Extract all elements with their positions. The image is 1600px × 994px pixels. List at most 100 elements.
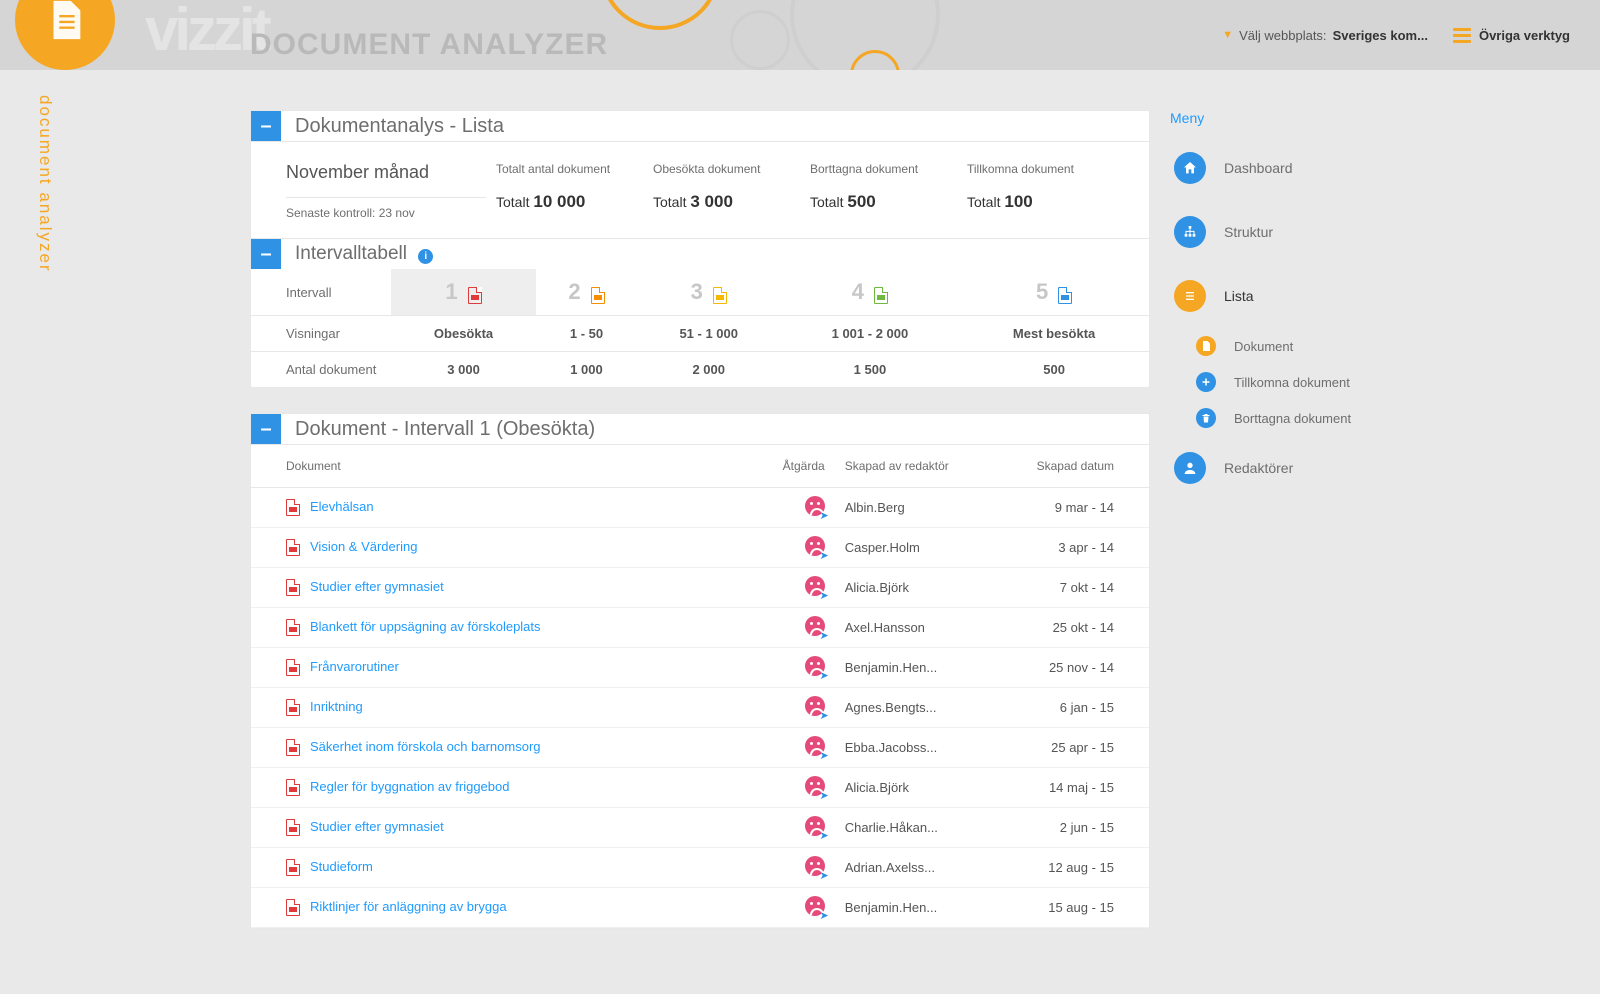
action-button[interactable]: ➤ (805, 896, 825, 919)
menu-item-label: Dashboard (1224, 160, 1293, 176)
table-row: Säkerhet inom förskola och barnomsorg➤Eb… (251, 728, 1149, 768)
menu-item-struktur[interactable]: Struktur (1170, 200, 1420, 264)
cursor-icon: ➤ (819, 629, 828, 642)
itbl-cell[interactable]: Mest besökta (959, 316, 1149, 352)
document-link[interactable]: Vision & Värdering (310, 539, 417, 554)
action-button[interactable]: ➤ (805, 696, 825, 719)
document-link[interactable]: Regler för byggnation av friggebod (310, 779, 509, 794)
menu-item-label: Dokument (1234, 339, 1293, 354)
document-link[interactable]: Elevhälsan (310, 499, 374, 514)
date-cell: 7 okt - 14 (1014, 568, 1149, 608)
other-tools-button[interactable]: Övriga verktyg (1453, 28, 1570, 43)
menu-item-tillkomna-dokument[interactable]: Tillkomna dokument (1170, 364, 1420, 400)
itbl-cell[interactable]: 1 000 (536, 352, 637, 388)
action-button[interactable]: ➤ (805, 576, 825, 599)
metric-label: Borttagna dokument (810, 162, 957, 176)
file-icon (286, 619, 300, 636)
metric-value: 3 000 (690, 192, 733, 211)
site-picker[interactable]: ▼ Välj webbplats: Sveriges kom... (1222, 28, 1428, 43)
period-title: November månad (286, 162, 486, 183)
col-date[interactable]: Skapad datum (1014, 445, 1149, 488)
file-icon (286, 659, 300, 676)
menu-item-redaktörer[interactable]: Redaktörer (1170, 436, 1420, 500)
document-link[interactable]: Studier efter gymnasiet (310, 579, 444, 594)
action-button[interactable]: ➤ (805, 656, 825, 679)
action-button[interactable]: ➤ (805, 816, 825, 839)
interval-col-4[interactable]: 4 (781, 269, 960, 316)
menu-item-label: Struktur (1224, 224, 1273, 240)
metric-added: Tillkomna dokument Totalt 100 (967, 162, 1114, 220)
panel-doclist: – Dokument - Intervall 1 (Obesökta) Doku… (250, 413, 1150, 929)
metric-value: 100 (1004, 192, 1032, 211)
action-button[interactable]: ➤ (805, 856, 825, 879)
editor-cell: Alicia.Björk (835, 768, 1015, 808)
file-icon (286, 699, 300, 716)
itbl-cell[interactable]: 3 000 (391, 352, 536, 388)
editor-cell: Benjamin.Hen... (835, 648, 1015, 688)
itbl-cell[interactable]: 2 000 (637, 352, 781, 388)
file-icon (286, 499, 300, 516)
panel-title: Dokument - Intervall 1 (Obesökta) (281, 418, 609, 441)
action-button[interactable]: ➤ (805, 776, 825, 799)
document-link[interactable]: Riktlinjer för anläggning av brygga (310, 899, 507, 914)
menu-item-label: Borttagna dokument (1234, 411, 1351, 426)
file-icon (1058, 287, 1072, 304)
interval-col-3[interactable]: 3 (637, 269, 781, 316)
itbl-cell[interactable]: 1 500 (781, 352, 960, 388)
file-icon (591, 287, 605, 304)
itbl-rowlabel: Visningar (251, 316, 391, 352)
itbl-cell[interactable]: 1 001 - 2 000 (781, 316, 960, 352)
menu-item-lista[interactable]: Lista (1170, 264, 1420, 328)
menu-item-label: Tillkomna dokument (1234, 375, 1350, 390)
itbl-cell[interactable]: 1 - 50 (536, 316, 637, 352)
info-icon[interactable]: i (418, 249, 433, 264)
dropdown-icon: ▼ (1222, 29, 1233, 41)
file-icon (286, 539, 300, 556)
interval-col-2[interactable]: 2 (536, 269, 637, 316)
itbl-cell[interactable]: 51 - 1 000 (637, 316, 781, 352)
action-button[interactable]: ➤ (805, 496, 825, 519)
itbl-cell[interactable]: 500 (959, 352, 1149, 388)
deco-ring (730, 10, 790, 70)
document-table: Dokument Åtgärda Skapad av redaktör Skap… (251, 445, 1149, 928)
menu-item-borttagna-dokument[interactable]: Borttagna dokument (1170, 400, 1420, 436)
metric-unvisited: Obesökta dokument Totalt 3 000 (653, 162, 800, 220)
collapse-button[interactable]: – (251, 239, 281, 269)
col-doc[interactable]: Dokument (251, 445, 745, 488)
menu-item-label: Redaktörer (1224, 460, 1293, 476)
editor-cell: Alicia.Björk (835, 568, 1015, 608)
deco-ring (600, 0, 720, 30)
itbl-cell[interactable]: Obesökta (391, 316, 536, 352)
collapse-button[interactable]: – (251, 414, 281, 444)
topbar: vizzit DOCUMENT ANALYZER ▼ Välj webbplat… (0, 0, 1600, 70)
document-link[interactable]: Studieform (310, 859, 373, 874)
editor-cell: Agnes.Bengts... (835, 688, 1015, 728)
date-cell: 6 jan - 15 (1014, 688, 1149, 728)
date-cell: 15 aug - 15 (1014, 888, 1149, 928)
col-editor[interactable]: Skapad av redaktör (835, 445, 1015, 488)
action-button[interactable]: ➤ (805, 536, 825, 559)
file-icon (286, 819, 300, 836)
file-icon (874, 287, 888, 304)
document-link[interactable]: Studier efter gymnasiet (310, 819, 444, 834)
document-link[interactable]: Inriktning (310, 699, 363, 714)
table-row: Frånvarorutiner➤Benjamin.Hen...25 nov - … (251, 648, 1149, 688)
menu-item-dashboard[interactable]: Dashboard (1170, 136, 1420, 200)
interval-col-5[interactable]: 5 (959, 269, 1149, 316)
document-link[interactable]: Frånvarorutiner (310, 659, 399, 674)
cursor-icon: ➤ (819, 589, 828, 602)
action-button[interactable]: ➤ (805, 616, 825, 639)
date-cell: 25 apr - 15 (1014, 728, 1149, 768)
metric-label: Tillkomna dokument (967, 162, 1114, 176)
interval-col-1[interactable]: 1 (391, 269, 536, 316)
product-title: DOCUMENT ANALYZER (250, 28, 608, 62)
col-action[interactable]: Åtgärda (745, 445, 835, 488)
document-link[interactable]: Blankett för uppsägning av förskoleplats (310, 619, 541, 634)
action-button[interactable]: ➤ (805, 736, 825, 759)
document-link[interactable]: Säkerhet inom förskola och barnomsorg (310, 739, 541, 754)
collapse-button[interactable]: – (251, 111, 281, 141)
hamburger-icon (1453, 28, 1471, 43)
menu-item-dokument[interactable]: Dokument (1170, 328, 1420, 364)
tree-icon (1174, 216, 1206, 248)
metric-label: Totalt antal dokument (496, 162, 643, 176)
